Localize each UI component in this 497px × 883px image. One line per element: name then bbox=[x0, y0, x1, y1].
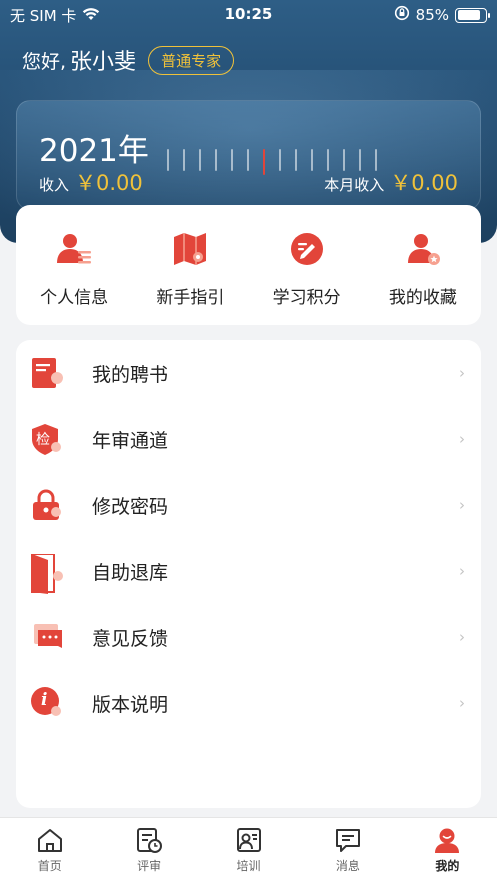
chevron-right-icon: › bbox=[459, 562, 465, 580]
greeting: 您好, 张小斐 普通专家 bbox=[22, 44, 235, 76]
battery-icon bbox=[455, 7, 490, 23]
battery-level bbox=[457, 10, 481, 20]
quick-action-guide[interactable]: 新手指引 bbox=[135, 229, 245, 308]
quick-action-study-points[interactable]: 学习积分 bbox=[252, 229, 362, 308]
tab-label: 培训 bbox=[236, 859, 261, 873]
feedback-icon bbox=[30, 620, 64, 654]
quick-action-personal-info[interactable]: 个人信息 bbox=[19, 229, 129, 308]
tab-review[interactable]: 评审 bbox=[99, 818, 198, 883]
expert-level-badge: 普通专家 bbox=[148, 45, 235, 75]
user-info-icon bbox=[54, 229, 94, 269]
menu-item-label: 修改密码 bbox=[92, 495, 169, 518]
status-right: 85% bbox=[394, 5, 490, 25]
review-icon bbox=[135, 826, 163, 854]
info-icon: i bbox=[30, 686, 64, 720]
greeting-text: 您好, bbox=[22, 50, 67, 73]
chevron-right-icon: › bbox=[459, 496, 465, 514]
chevron-right-icon: › bbox=[459, 628, 465, 646]
favorites-icon bbox=[403, 229, 443, 269]
rotation-lock-icon bbox=[394, 5, 410, 25]
message-icon bbox=[334, 826, 362, 854]
tab-messages[interactable]: 消息 bbox=[298, 818, 397, 883]
menu-list: 我的聘书 › 检 年审通道 › 修改密码 › 自助退库 › 意见反馈 › i 版… bbox=[16, 340, 481, 808]
quick-action-label: 个人信息 bbox=[40, 288, 109, 308]
exit-door-icon bbox=[30, 553, 64, 594]
tab-label: 首页 bbox=[37, 859, 62, 873]
monthly-income-value: ￥0.00 bbox=[390, 171, 458, 195]
total-income: 收入 ￥0.00 bbox=[39, 167, 143, 197]
menu-item-label: 版本说明 bbox=[92, 693, 169, 716]
tab-home[interactable]: 首页 bbox=[0, 818, 99, 883]
study-points-icon bbox=[287, 229, 327, 269]
income-card: 2021年 收入 ￥0.00 本月收入 ￥0.00 bbox=[16, 100, 481, 210]
quick-actions: 个人信息 新手指引 学习积分 我的收藏 bbox=[16, 205, 481, 325]
total-income-value: ￥0.00 bbox=[75, 171, 143, 195]
chevron-right-icon: › bbox=[459, 364, 465, 382]
training-icon bbox=[235, 826, 263, 854]
battery-percent: 85% bbox=[415, 6, 449, 24]
certificate-icon bbox=[30, 356, 64, 390]
tab-bar: 首页 评审 培训 消息 我的 bbox=[0, 817, 497, 883]
menu-item-certificate[interactable]: 我的聘书 › bbox=[16, 340, 481, 406]
map-guide-icon bbox=[170, 229, 210, 269]
tab-label: 我的 bbox=[435, 859, 460, 873]
menu-item-label: 我的聘书 bbox=[92, 363, 169, 386]
income-year: 2021年 bbox=[39, 133, 149, 169]
quick-action-label: 学习积分 bbox=[272, 288, 341, 308]
home-icon bbox=[36, 826, 64, 854]
tab-training[interactable]: 培训 bbox=[199, 818, 298, 883]
quick-action-favorites[interactable]: 我的收藏 bbox=[368, 229, 478, 308]
menu-item-label: 年审通道 bbox=[92, 429, 169, 452]
menu-item-label: 自助退库 bbox=[92, 561, 169, 584]
user-name: 张小斐 bbox=[70, 50, 137, 75]
annual-review-icon: 检 bbox=[30, 422, 64, 456]
profile-icon bbox=[433, 826, 461, 854]
info-icon-text: i bbox=[41, 690, 48, 710]
monthly-income-label: 本月收入 bbox=[324, 176, 385, 194]
chevron-right-icon: › bbox=[459, 694, 465, 712]
menu-item-label: 意见反馈 bbox=[92, 627, 169, 650]
chevron-right-icon: › bbox=[459, 430, 465, 448]
quick-action-label: 我的收藏 bbox=[388, 288, 457, 308]
total-income-label: 收入 bbox=[39, 176, 70, 194]
tab-label: 评审 bbox=[137, 859, 162, 873]
menu-item-version-notes[interactable]: i 版本说明 › bbox=[16, 670, 481, 736]
annual-review-icon-text: 检 bbox=[36, 432, 50, 448]
menu-item-self-exit[interactable]: 自助退库 › bbox=[16, 538, 481, 604]
quick-action-label: 新手指引 bbox=[156, 288, 225, 308]
status-bar: 无 SIM 卡 10:25 85% bbox=[0, 0, 497, 28]
tab-label: 消息 bbox=[335, 859, 360, 873]
menu-item-feedback[interactable]: 意见反馈 › bbox=[16, 604, 481, 670]
menu-item-annual-review[interactable]: 检 年审通道 › bbox=[16, 406, 481, 472]
monthly-income: 本月收入 ￥0.00 bbox=[324, 167, 458, 197]
menu-item-change-password[interactable]: 修改密码 › bbox=[16, 472, 481, 538]
lock-icon bbox=[30, 488, 64, 522]
tab-mine[interactable]: 我的 bbox=[398, 818, 497, 883]
